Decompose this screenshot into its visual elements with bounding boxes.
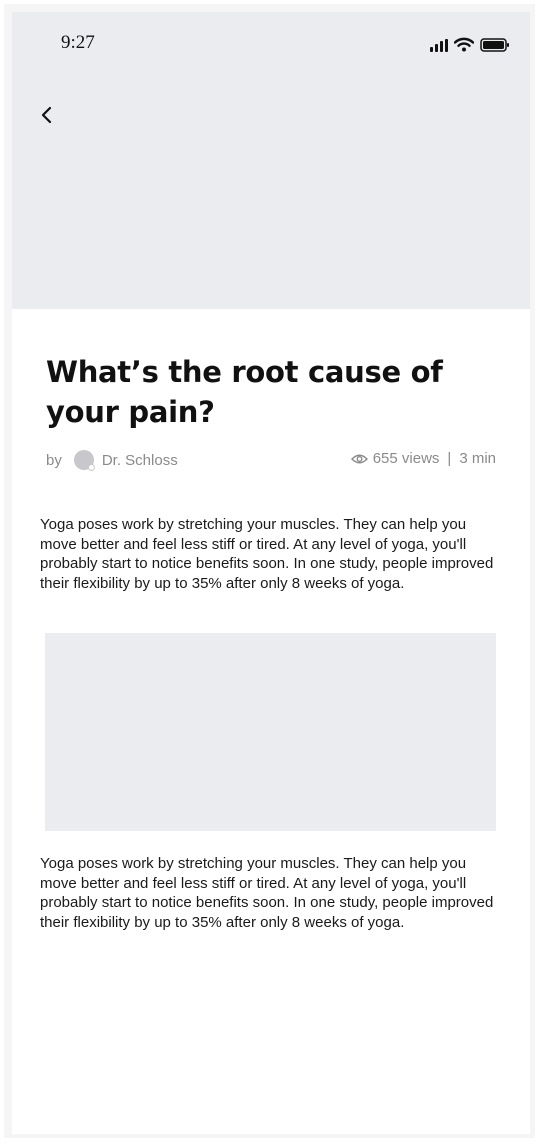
- article-paragraph: Yoga poses work by stretching your muscl…: [40, 855, 494, 931]
- stats-separator: |: [447, 450, 452, 467]
- by-label: by: [46, 451, 62, 469]
- article-paragraph: Yoga poses work by stretching your muscl…: [40, 516, 494, 592]
- phone-screen: 9:27 What’s the root cause of your pain?…: [12, 12, 530, 1134]
- status-time: 9:27: [61, 32, 95, 53]
- eye-icon: [350, 453, 368, 465]
- author-avatar: [73, 450, 95, 471]
- inline-image-placeholder: [45, 633, 496, 831]
- status-icons: [430, 36, 510, 52]
- battery-icon: [480, 38, 510, 52]
- wifi-icon: [454, 37, 474, 52]
- read-time: 3 min: [459, 450, 496, 467]
- signal-icon: [430, 39, 448, 52]
- article-stats: 655 views | 3 min: [350, 450, 496, 467]
- article-meta: by Dr. Schloss 655 views | 3 min: [46, 450, 496, 474]
- article-title: What’s the root cause of your pain?: [46, 355, 443, 429]
- byline: by Dr. Schloss: [46, 450, 178, 471]
- view-count: 655 views: [372, 450, 440, 467]
- author-name[interactable]: Dr. Schloss: [102, 452, 178, 469]
- hero-image-placeholder: 9:27: [12, 12, 530, 309]
- chevron-left-icon[interactable]: [36, 104, 58, 126]
